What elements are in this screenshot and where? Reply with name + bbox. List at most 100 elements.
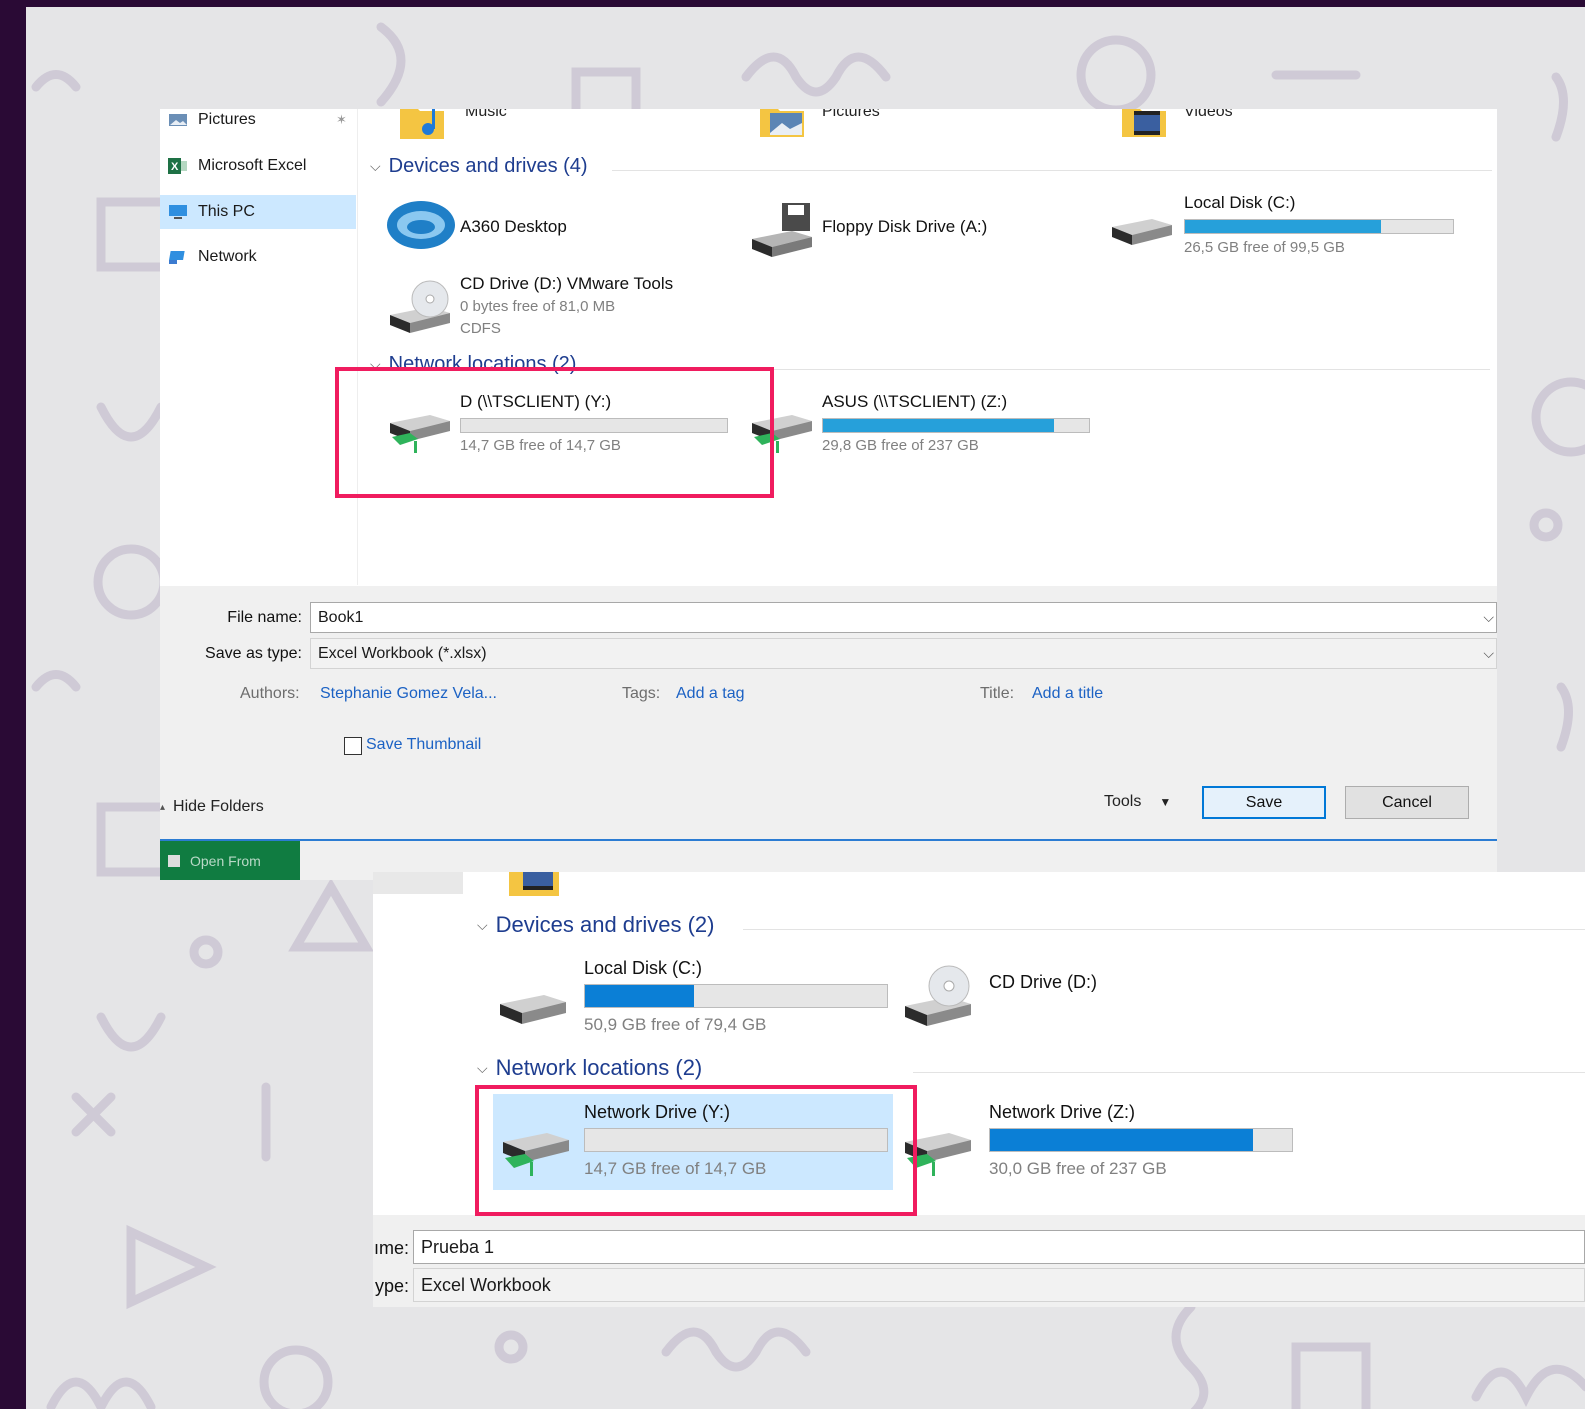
nav-item-pictures[interactable]: Pictures ✶ xyxy=(160,109,356,137)
chevron-down-icon: ⌵ xyxy=(370,158,381,174)
group-title: Network locations (2) xyxy=(495,1055,703,1080)
videos-folder-icon xyxy=(1122,109,1166,137)
nav-item-network[interactable]: Network xyxy=(160,240,356,274)
save-type-label: ype: xyxy=(374,1276,409,1296)
folder-music-label: Music xyxy=(465,109,507,120)
folder-videos[interactable] xyxy=(509,872,565,903)
nav-item-label: Pictures xyxy=(198,111,256,128)
group-divider xyxy=(743,929,1585,930)
highlight-network-drive-y xyxy=(475,1085,917,1216)
save-button[interactable]: Save xyxy=(1202,786,1326,819)
group-title: Devices and drives (2) xyxy=(495,912,715,937)
chevron-down-icon: ⌵ xyxy=(477,1059,488,1076)
hard-disk-icon xyxy=(1112,219,1172,245)
videos-folder-icon xyxy=(509,872,559,896)
hide-folders-toggle[interactable]: ▴ Hide Folders xyxy=(160,798,264,816)
music-folder-icon xyxy=(400,109,444,139)
save-type-value: Excel Workbook xyxy=(421,1274,551,1295)
drive-free-text: 30,0 GB free of 237 GB xyxy=(989,1159,1167,1178)
window-edge xyxy=(160,839,1497,841)
taskbar-label: Open From xyxy=(190,852,261,869)
a360-desktop-icon xyxy=(387,201,455,249)
usage-fill xyxy=(823,419,1055,432)
folder-music[interactable] xyxy=(400,109,448,144)
excel-icon xyxy=(168,854,180,867)
drive-name: A360 Desktop xyxy=(460,217,567,236)
hide-folders-label: Hide Folders xyxy=(173,798,264,815)
tags-value[interactable]: Add a tag xyxy=(676,685,745,703)
excel-icon: X xyxy=(168,158,187,174)
drive-tile-cd[interactable] xyxy=(388,279,454,346)
drive-usage-bar xyxy=(584,984,888,1008)
save-thumbnail-checkbox[interactable] xyxy=(344,737,362,755)
nav-pane-edge xyxy=(373,872,463,894)
this-pc-icon xyxy=(169,205,187,219)
group-divider xyxy=(612,170,1492,171)
title-value[interactable]: Add a title xyxy=(1032,685,1103,703)
folder-pictures[interactable] xyxy=(760,109,808,144)
save-type-select[interactable]: Excel Workbook xyxy=(413,1268,1585,1302)
cd-drive-icon xyxy=(390,280,450,333)
save-type-select[interactable]: Excel Workbook (*.xlsx) ⌵ xyxy=(310,638,1497,669)
usage-fill xyxy=(585,985,694,1007)
tags-label: Tags: xyxy=(622,685,661,702)
chevron-down-icon[interactable]: ⌵ xyxy=(1483,609,1494,626)
pictures-icon xyxy=(169,114,187,126)
folder-videos[interactable] xyxy=(1122,109,1170,144)
floppy-drive-icon xyxy=(752,203,812,257)
drive-free-text: 29,8 GB free of 237 GB xyxy=(822,437,979,454)
authors-label: Authors: xyxy=(240,685,300,702)
hard-disk-icon xyxy=(500,995,566,1024)
chevron-down-icon[interactable]: ⌵ xyxy=(1483,645,1494,662)
file-name-label: ıme: xyxy=(373,1238,409,1258)
save-type-value: Excel Workbook (*.xlsx) xyxy=(318,644,487,662)
drive-tile-local-c[interactable] xyxy=(1110,215,1174,260)
group-divider xyxy=(760,369,1490,370)
network-group-header[interactable]: ⌵ Network locations (2) xyxy=(477,1055,702,1081)
network-icon xyxy=(169,251,185,264)
drive-usage-bar xyxy=(822,418,1090,433)
drive-name: Local Disk (C:) xyxy=(1184,193,1296,212)
nav-item-label: Microsoft Excel xyxy=(198,157,307,174)
title-label: Title: xyxy=(980,685,1015,702)
usage-fill xyxy=(990,1129,1253,1151)
folder-pictures-label: Pictures xyxy=(822,109,880,120)
drive-free-text: 26,5 GB free of 99,5 GB xyxy=(1184,239,1345,256)
usage-fill xyxy=(1185,220,1381,233)
nav-item-this-pc[interactable]: This PC xyxy=(160,195,356,229)
nav-pane: Pictures ✶ X Microsoft Excel This PC Net… xyxy=(160,109,358,585)
drive-free-text: 50,9 GB free of 79,4 GB xyxy=(584,1015,767,1034)
file-name-input[interactable]: Prueba 1 xyxy=(413,1230,1585,1264)
devices-group-header[interactable]: ⌵ Devices and drives (2) xyxy=(477,912,715,938)
group-title: Devices and drives (4) xyxy=(388,155,588,177)
group-divider xyxy=(913,1072,1585,1073)
cd-drive-icon xyxy=(905,965,971,1026)
file-name-value: Prueba 1 xyxy=(421,1236,495,1257)
tools-dropdown[interactable]: Tools ▼ xyxy=(1104,793,1171,811)
drive-name: Local Disk (C:) xyxy=(584,958,703,978)
folder-videos-label: Videos xyxy=(1184,109,1233,120)
drive-free-text: 0 bytes free of 81,0 MB xyxy=(460,298,616,315)
tools-label: Tools xyxy=(1104,793,1142,810)
drive-tile-floppy[interactable] xyxy=(750,199,814,264)
nav-item-microsoft-excel[interactable]: X Microsoft Excel xyxy=(160,149,356,183)
pin-icon[interactable]: ✶ xyxy=(336,112,347,128)
drive-tile-cd[interactable] xyxy=(903,964,975,1039)
devices-group-header[interactable]: ⌵ Devices and drives (4) xyxy=(370,155,588,178)
nav-item-label: This PC xyxy=(198,203,255,220)
drive-tile-local-c[interactable] xyxy=(498,990,570,1039)
file-name-value: Book1 xyxy=(318,608,364,626)
caret-down-icon: ▼ xyxy=(1159,795,1172,809)
cancel-button[interactable]: Cancel xyxy=(1345,786,1469,819)
drive-usage-bar xyxy=(989,1128,1293,1152)
pictures-folder-icon xyxy=(760,109,804,137)
caret-up-icon: ▴ xyxy=(160,801,166,813)
drive-tile-a360[interactable] xyxy=(385,195,457,256)
taskbar-item[interactable]: Open From xyxy=(160,841,300,880)
drive-name: CD Drive (D:) xyxy=(989,972,1097,992)
authors-value[interactable]: Stephanie Gomez Vela... xyxy=(320,685,497,703)
file-name-input[interactable]: Book1 ⌵ xyxy=(310,602,1497,633)
drive-name: ASUS (\\TSCLIENT) (Z:) xyxy=(822,392,1008,411)
drive-name: CD Drive (D:) VMware Tools xyxy=(460,274,674,293)
save-thumbnail-label[interactable]: Save Thumbnail xyxy=(366,736,481,754)
